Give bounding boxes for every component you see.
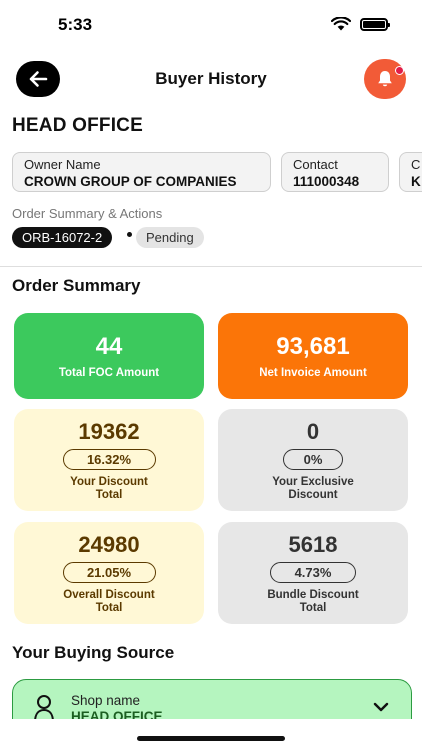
wifi-icon — [331, 17, 351, 31]
nav-header: Buyer History — [0, 57, 422, 101]
contact-box: Contact 111000348 — [281, 152, 389, 192]
separator-dot — [127, 232, 132, 237]
net-invoice-label: Net Invoice Amount — [259, 367, 367, 379]
owner-name-box: Owner Name CROWN GROUP OF COMPANIES — [12, 152, 271, 192]
exclusive-discount-label-2: Discount — [288, 489, 338, 501]
order-status-badge: Pending — [136, 227, 204, 248]
owner-name-value: CROWN GROUP OF COMPANIES — [24, 174, 237, 189]
office-title: HEAD OFFICE — [12, 115, 143, 136]
contact-label: Contact — [293, 157, 338, 172]
bundle-discount-label-2: Total — [299, 602, 327, 614]
status-time: 5:33 — [58, 15, 93, 34]
net-invoice-value: 93,681 — [276, 333, 350, 360]
buying-source-title: Your Buying Source — [12, 643, 175, 662]
bundle-discount-value: 5618 — [288, 532, 338, 557]
info-row[interactable]: Owner Name CROWN GROUP OF COMPANIES Cont… — [12, 152, 422, 192]
exclusive-discount-label-1: Your Exclusive — [272, 476, 354, 488]
your-discount-label-2: Total — [95, 489, 123, 501]
home-indicator[interactable] — [137, 736, 285, 741]
chevron-down-icon — [373, 702, 389, 712]
exclusive-discount-card: 0 0% Your Exclusive Discount — [218, 409, 408, 511]
order-actions-label: Order Summary & Actions — [12, 206, 163, 221]
shop-name-label: Shop name — [71, 693, 141, 708]
your-discount-pct: 16.32% — [62, 449, 156, 470]
overall-discount-card: 24980 21.05% Overall Discount Total — [14, 522, 204, 624]
bundle-discount-card: 5618 4.73% Bundle Discount Total — [218, 522, 408, 624]
bundle-discount-pct: 4.73% — [270, 562, 356, 583]
third-info-label: C — [411, 157, 421, 172]
net-invoice-card: 93,681 Net Invoice Amount — [218, 313, 408, 399]
battery-icon — [360, 17, 390, 31]
overall-discount-pct: 21.05% — [62, 562, 156, 583]
total-foc-label: Total FOC Amount — [58, 367, 160, 379]
notification-badge — [395, 66, 404, 75]
order-summary-title: Order Summary — [12, 276, 141, 295]
divider — [0, 266, 422, 267]
order-id-badge[interactable]: ORB-16072-2 — [12, 227, 113, 248]
bundle-discount-label-1: Bundle Discount — [267, 589, 359, 601]
third-info-box: C K — [399, 152, 422, 192]
your-discount-value: 19362 — [78, 419, 140, 444]
third-info-value: K — [411, 174, 421, 189]
your-discount-label-1: Your Discount — [70, 476, 148, 488]
contact-value: 111000348 — [293, 174, 360, 189]
status-icons — [331, 17, 390, 31]
page-title: Buyer History — [155, 69, 267, 88]
overall-discount-label-2: Total — [95, 602, 123, 614]
exclusive-discount-value: 0 — [306, 419, 320, 444]
total-foc-card: 44 Total FOC Amount — [14, 313, 204, 399]
exclusive-discount-pct: 0% — [283, 449, 343, 470]
owner-name-label: Owner Name — [24, 157, 101, 172]
total-foc-value: 44 — [95, 333, 123, 360]
notification-button[interactable] — [364, 59, 406, 99]
bottom-safe-area — [0, 719, 422, 750]
overall-discount-value: 24980 — [78, 532, 140, 557]
your-discount-card: 19362 16.32% Your Discount Total — [14, 409, 204, 511]
bell-icon — [378, 71, 392, 87]
overall-discount-label-1: Overall Discount — [63, 589, 155, 601]
status-bar: 5:33 — [0, 0, 422, 50]
